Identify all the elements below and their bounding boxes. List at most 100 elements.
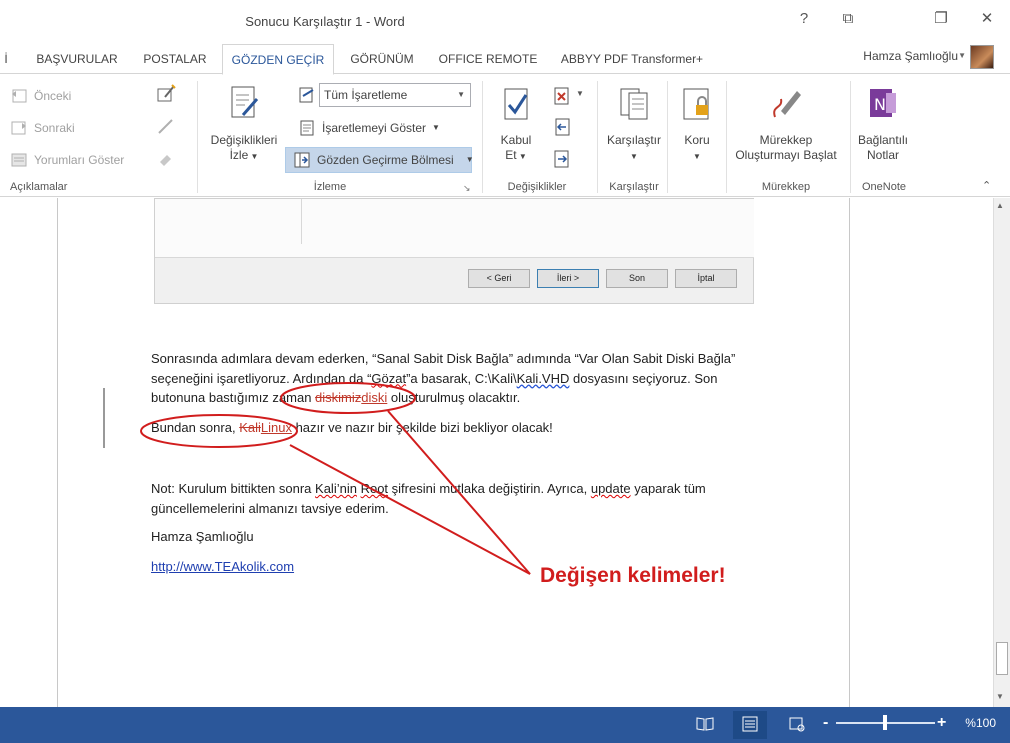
- dialog-finish-button: Son: [606, 269, 668, 288]
- p1-line-2: seçeneğini işaretliyoruz. Ardından da “G…: [151, 370, 718, 386]
- chevron-down-icon: ▼: [248, 152, 259, 161]
- tab-mailings[interactable]: POSTALAR: [134, 44, 216, 75]
- dialog-divider: [301, 199, 302, 244]
- paragraph-2[interactable]: Bundan sonra, KaliLinux hazır ve nazır b…: [151, 418, 553, 438]
- page-edge-right: [849, 198, 850, 707]
- ink-pen-icon: [773, 91, 801, 118]
- ribbon-separator: [850, 81, 851, 193]
- p1-line-3: butonuna bastığımız zaman diskimizdiski …: [151, 390, 521, 405]
- embedded-dialog-image: < Geri İleri > Son İptal: [154, 198, 754, 304]
- review-pane-icon: [294, 152, 310, 168]
- protect-label: Koru: [684, 133, 710, 147]
- zoom-slider-thumb[interactable]: [883, 715, 887, 730]
- show-comments-icon: [11, 153, 27, 167]
- markup-select-value: Tüm İşaretleme: [324, 88, 408, 102]
- restore-icon[interactable]: ❐: [927, 8, 955, 30]
- show-markup-icon: [300, 120, 314, 136]
- chevron-down-icon: ▼: [693, 152, 701, 161]
- deleted-text: diskimiz: [315, 390, 362, 405]
- chevron-down-icon[interactable]: ▼: [576, 89, 584, 98]
- comments-group-label: Açıklamalar: [10, 181, 68, 193]
- collapse-ribbon-icon[interactable]: ⌃: [982, 179, 991, 192]
- show-comments-label: Yorumları Göster: [34, 153, 125, 167]
- inserted-text: Linux: [260, 420, 292, 435]
- tab-review[interactable]: GÖZDEN GEÇİR: [222, 44, 334, 75]
- zoom-level[interactable]: %100: [965, 716, 996, 730]
- user-dropdown-icon[interactable]: ▼: [958, 51, 966, 60]
- pen-icon[interactable]: [155, 115, 177, 137]
- show-comments-button[interactable]: Yorumları Göster: [10, 149, 124, 171]
- status-bar: - + %100: [0, 707, 1010, 743]
- web-layout-icon[interactable]: [788, 716, 806, 732]
- dialog-cancel-button: İptal: [675, 269, 737, 288]
- start-inking-label-1: Mürekkep: [759, 133, 813, 147]
- zoom-in-button[interactable]: +: [937, 714, 946, 732]
- ribbon-separator: [597, 81, 598, 193]
- tab-references[interactable]: BAŞVURULAR: [28, 44, 126, 75]
- ribbon-display-icon[interactable]: ⧉: [834, 8, 862, 30]
- deleted-text: Kali: [239, 420, 261, 435]
- chevron-down-icon: ▼: [465, 155, 474, 164]
- dialog-back-button: < Geri: [468, 269, 530, 288]
- avatar[interactable]: [970, 45, 994, 69]
- next-comment-icon: [11, 121, 26, 135]
- paragraph-3[interactable]: Not: Kurulum bittikten sonra Kali’nin Ro…: [151, 479, 706, 518]
- show-markup-button[interactable]: İşaretlemeyi Göster ▼: [298, 117, 440, 139]
- markup-display-icon: [299, 87, 314, 103]
- print-layout-icon[interactable]: [741, 716, 759, 732]
- previous-comment-button[interactable]: Önceki: [10, 85, 71, 107]
- compare-label: Karşılaştır: [606, 133, 661, 147]
- dialog-content-panel: [155, 199, 754, 258]
- tab-abbyy[interactable]: ABBYY PDF Transformer+: [552, 44, 712, 75]
- track-changes-label: Değişiklikleri: [210, 133, 278, 147]
- accept-button[interactable]: Kabul Et ▼: [493, 85, 539, 164]
- ink-group-label: Mürekkep: [761, 181, 811, 193]
- track-changes-label-2: İzle: [229, 148, 249, 162]
- track-changes-button[interactable]: Değişiklikleri İzle ▼: [205, 85, 283, 164]
- start-inking-button[interactable]: Mürekkep Oluşturmayı Başlat: [730, 85, 842, 163]
- revision-change-bar: [103, 388, 105, 448]
- show-markup-label: İşaretlemeyi Göster: [322, 121, 427, 135]
- accept-label: Kabul: [500, 133, 532, 147]
- tab-view[interactable]: GÖRÜNÜM: [340, 44, 424, 75]
- next-comment-button[interactable]: Sonraki: [10, 117, 75, 139]
- linked-notes-button[interactable]: N Bağlantılı Notlar: [853, 85, 913, 163]
- compare-button[interactable]: Karşılaştır ▼: [604, 85, 664, 164]
- ribbon-separator: [667, 81, 668, 193]
- accept-label-2: Et: [505, 148, 517, 162]
- signature[interactable]: Hamza Şamlıoğlu: [151, 527, 254, 547]
- vertical-scrollbar[interactable]: [993, 198, 1010, 707]
- markup-select[interactable]: Tüm İşaretleme ▼: [319, 83, 471, 107]
- ribbon-tabs: İ BAŞVURULAR POSTALAR GÖZDEN GEÇİR GÖRÜN…: [0, 44, 1010, 75]
- dialog-launcher-icon[interactable]: ↘: [463, 183, 471, 194]
- ribbon: Önceki Sonraki Yorumları Göster Açıklama…: [0, 75, 1010, 197]
- tab-office-remote[interactable]: OFFICE REMOTE: [432, 44, 544, 75]
- onenote-icon: N: [870, 89, 896, 117]
- accept-icon: [504, 88, 528, 120]
- previous-change-icon[interactable]: [552, 117, 572, 137]
- scroll-up-icon[interactable]: ▲: [996, 201, 1004, 210]
- close-icon[interactable]: ✕: [973, 8, 1001, 30]
- ribbon-separator: [482, 81, 483, 193]
- next-comment-label: Sonraki: [34, 121, 75, 135]
- page-edge-left: [57, 198, 58, 707]
- read-mode-icon[interactable]: [696, 716, 714, 732]
- website-link[interactable]: http://www.TEAkolik.com: [151, 557, 294, 577]
- tab-insert-partial[interactable]: İ: [0, 44, 12, 75]
- user-name[interactable]: Hamza Şamlıoğlu: [863, 49, 958, 63]
- protect-button[interactable]: Koru ▼: [674, 85, 720, 164]
- scroll-down-icon[interactable]: ▼: [996, 692, 1004, 701]
- paragraph-1[interactable]: Sonrasında adımlara devam ederken, “Sana…: [151, 349, 735, 408]
- new-comment-icon[interactable]: [155, 83, 177, 105]
- scroll-thumb[interactable]: [996, 642, 1008, 675]
- changes-group-label: Değişiklikler: [507, 181, 567, 193]
- eraser-icon[interactable]: [155, 147, 177, 169]
- zoom-out-button[interactable]: -: [823, 714, 828, 732]
- compare-group-label: Karşılaştır: [609, 181, 659, 193]
- review-pane-label: Gözden Geçirme Bölmesi: [317, 153, 454, 167]
- next-change-icon[interactable]: [552, 149, 572, 169]
- start-inking-label-2: Oluşturmayı Başlat: [735, 148, 837, 162]
- review-pane-button[interactable]: Gözden Geçirme Bölmesi ▼: [293, 149, 474, 171]
- help-icon[interactable]: ?: [790, 8, 818, 30]
- reject-icon[interactable]: [552, 86, 572, 106]
